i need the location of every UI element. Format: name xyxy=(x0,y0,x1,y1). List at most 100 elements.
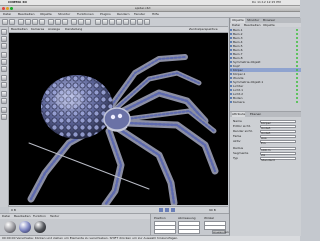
vp-menu-anzeige[interactable]: Anzeige xyxy=(48,27,60,32)
visibility-icon[interactable] xyxy=(296,69,298,71)
menu-struktur[interactable]: Struktur xyxy=(58,12,70,17)
menu-plugins[interactable]: Plugins xyxy=(100,12,111,17)
redo-icon[interactable] xyxy=(9,19,15,25)
animation-mode-icon[interactable] xyxy=(1,75,7,81)
material-ball-2[interactable] xyxy=(19,221,31,233)
model-mode-icon[interactable] xyxy=(1,29,7,35)
list-item[interactable]: Kamera xyxy=(230,100,301,104)
undo-icon[interactable] xyxy=(2,19,8,25)
stop-icon[interactable] xyxy=(165,208,169,212)
materials-menubar: Datei Bearbeiten Funktion Textur xyxy=(0,214,150,219)
record-icon[interactable] xyxy=(171,208,175,212)
object-mode-icon[interactable] xyxy=(1,36,7,42)
visibility-icon[interactable] xyxy=(296,101,298,103)
scene-icon[interactable] xyxy=(130,19,136,25)
attr-active-select[interactable]: Ein xyxy=(260,140,296,145)
visibility-icon[interactable] xyxy=(296,61,298,63)
attr-name-field[interactable]: Körper xyxy=(260,120,296,125)
spider-head xyxy=(103,107,131,131)
visibility-icon[interactable] xyxy=(296,37,298,39)
move-icon[interactable] xyxy=(25,19,31,25)
select-icon[interactable] xyxy=(18,19,24,25)
visibility-icon[interactable] xyxy=(296,41,298,43)
snap-icon[interactable] xyxy=(1,98,7,104)
visibility-icon[interactable] xyxy=(296,97,298,99)
axis-z-icon[interactable] xyxy=(62,19,68,25)
workplane-icon[interactable] xyxy=(1,107,7,113)
attr-render-visible-select[interactable]: Undef. xyxy=(260,130,296,135)
visibility-icon[interactable] xyxy=(296,57,298,59)
visibility-icon[interactable] xyxy=(296,81,298,83)
visibility-icon[interactable] xyxy=(296,33,298,35)
menu-fenster[interactable]: Fenster xyxy=(134,12,145,17)
deformer-icon[interactable] xyxy=(123,19,129,25)
points-mode-icon[interactable] xyxy=(1,52,7,58)
visibility-icon[interactable] xyxy=(296,49,298,51)
visibility-icon[interactable] xyxy=(296,85,298,87)
polygons-mode-icon[interactable] xyxy=(1,66,7,72)
tab-ebenen[interactable]: Ebenen xyxy=(250,112,261,117)
menu-bearbeiten[interactable]: Bearbeiten xyxy=(18,12,34,17)
render-view-icon[interactable] xyxy=(71,19,77,25)
menu-objekte[interactable]: Objekte xyxy=(40,12,52,17)
object-icon xyxy=(230,33,232,35)
minimize-icon[interactable] xyxy=(6,7,9,10)
render-picture-icon[interactable] xyxy=(78,19,84,25)
ik-icon[interactable] xyxy=(1,82,7,88)
cube-icon[interactable] xyxy=(95,19,101,25)
tab-attribute[interactable]: Attribute xyxy=(232,112,246,117)
play-icon[interactable] xyxy=(159,208,163,212)
obj-menu-objekte[interactable]: Objekte xyxy=(263,23,275,27)
visibility-icon[interactable] xyxy=(296,89,298,91)
vp-menu-darstellung[interactable]: Darstellung xyxy=(65,27,82,32)
mat-menu-bearbeiten[interactable]: Bearbeiten xyxy=(14,214,30,219)
timeline[interactable]: 0 B 90 B xyxy=(9,206,228,213)
visibility-icon[interactable] xyxy=(296,29,298,31)
material-ball-3[interactable] xyxy=(34,221,46,233)
mat-menu-funktion[interactable]: Funktion xyxy=(33,214,46,219)
light-icon[interactable] xyxy=(144,19,150,25)
coord-z-field[interactable] xyxy=(154,229,176,234)
attr-radius-field[interactable]: 100 m xyxy=(260,147,296,152)
material-ball-1[interactable] xyxy=(4,221,16,233)
texture-mode-icon[interactable] xyxy=(1,43,7,49)
menu-funktionen[interactable]: Funktionen xyxy=(77,12,94,17)
visibility-icon[interactable] xyxy=(296,65,298,67)
attr-segments-field[interactable]: 24 xyxy=(260,152,296,157)
attr-color-select[interactable]: Aus xyxy=(260,135,296,140)
mat-menu-textur[interactable]: Textur xyxy=(50,214,59,219)
vp-menu-kameras[interactable]: Kameras xyxy=(31,27,44,32)
mat-menu-datei[interactable]: Datei xyxy=(2,214,10,219)
size-z-field[interactable] xyxy=(178,229,200,234)
obj-menu-datei[interactable]: Datei xyxy=(232,23,240,27)
spline-icon[interactable] xyxy=(102,19,108,25)
camera-icon[interactable] xyxy=(137,19,143,25)
attr-type-select[interactable]: Standard xyxy=(260,157,296,162)
vp-menu-bearbeiten[interactable]: Bearbeiten xyxy=(11,27,27,32)
checker-icon[interactable] xyxy=(1,91,7,97)
3d-viewport[interactable] xyxy=(9,33,228,205)
visibility-icon[interactable] xyxy=(296,53,298,55)
axis-x-icon[interactable] xyxy=(48,19,54,25)
axis-y-icon[interactable] xyxy=(55,19,61,25)
nurbs-icon[interactable] xyxy=(109,19,115,25)
visibility-icon[interactable] xyxy=(296,73,298,75)
array-icon[interactable] xyxy=(116,19,122,25)
rotate-icon[interactable] xyxy=(39,19,45,25)
magnet-icon[interactable] xyxy=(1,114,7,120)
app-menu-name[interactable]: CINEMA 4D xyxy=(8,0,27,5)
attr-editor-visible-select[interactable]: Undef. xyxy=(260,125,296,130)
edges-mode-icon[interactable] xyxy=(1,59,7,65)
scale-icon[interactable] xyxy=(32,19,38,25)
visibility-icon[interactable] xyxy=(296,93,298,95)
apply-button[interactable]: Anwenden xyxy=(212,230,229,234)
visibility-icon[interactable] xyxy=(296,77,298,79)
menu-hilfe[interactable]: Hilfe xyxy=(152,12,159,17)
visibility-icon[interactable] xyxy=(296,45,298,47)
menu-datei[interactable]: Datei xyxy=(3,12,11,17)
render-settings-icon[interactable] xyxy=(85,19,91,25)
obj-menu-bearbeiten[interactable]: Bearbeiten xyxy=(244,23,260,27)
menu-rendern[interactable]: Rendern xyxy=(117,12,130,17)
close-icon[interactable] xyxy=(2,7,5,10)
zoom-icon[interactable] xyxy=(10,7,13,10)
